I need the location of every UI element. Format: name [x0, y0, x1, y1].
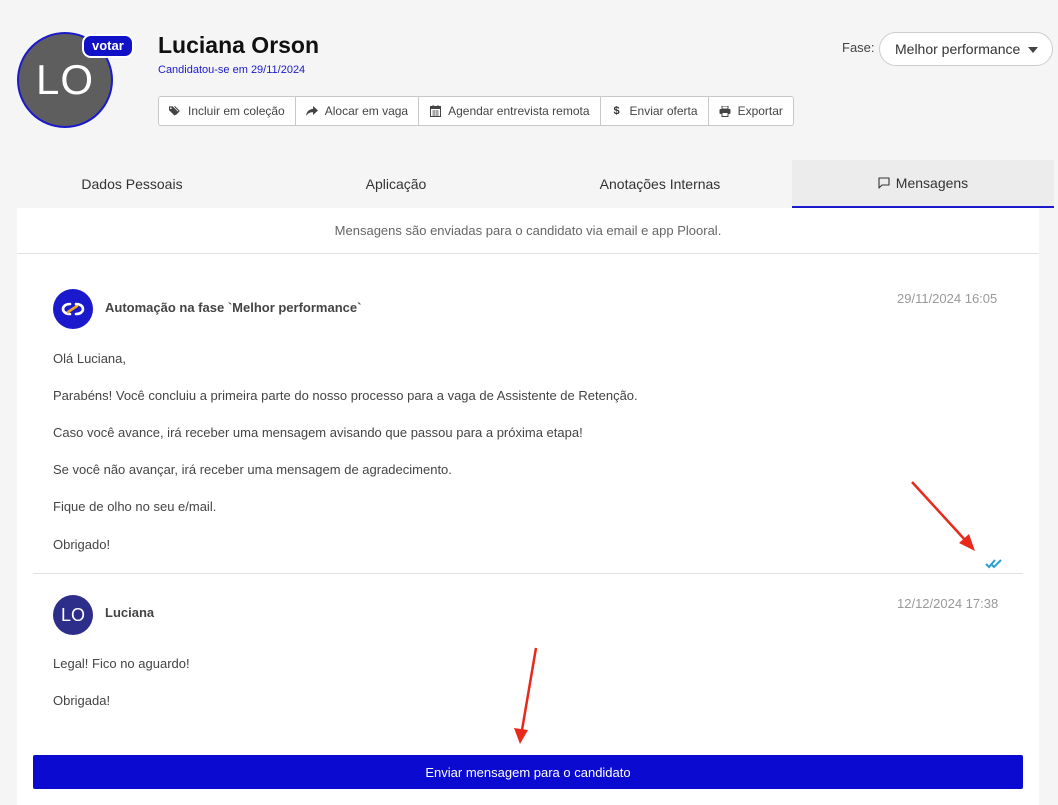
action-label: Agendar entrevista remota: [448, 104, 590, 118]
calendar-icon: [429, 105, 441, 117]
action-label: Alocar em vaga: [324, 104, 409, 118]
profile-tabs: Dados Pessoais Aplicação Anotações Inter…: [0, 160, 1058, 208]
stage-select[interactable]: Melhor performance: [879, 32, 1053, 66]
message-line: Legal! Fico no aguardo!: [53, 656, 190, 671]
messages-panel: Mensagens são enviadas para o candidato …: [17, 208, 1039, 805]
tags-icon: [169, 105, 181, 117]
print-icon: [719, 105, 731, 117]
candidate-header: LO votar Luciana Orson Candidatou-se em …: [0, 0, 1058, 160]
message-line: Obrigado!: [53, 537, 111, 552]
stage-label: Fase:: [842, 40, 875, 55]
plooral-logo-icon: [53, 289, 93, 329]
dollar-icon: $: [613, 105, 620, 117]
share-arrow-icon: [305, 105, 318, 117]
messages-notice: Mensagens são enviadas para o candidato …: [17, 208, 1039, 254]
message-divider: [33, 573, 1023, 574]
sender-avatar: LO: [53, 595, 93, 635]
message-line: Obrigada!: [53, 693, 111, 708]
actions-toolbar: Incluir em coleção Alocar em vaga Agenda…: [158, 96, 794, 126]
tab-label: Dados Pessoais: [81, 176, 183, 192]
caret-down-icon: [1028, 47, 1038, 53]
action-label: Incluir em coleção: [188, 104, 285, 118]
message-timestamp: 29/11/2024 16:05: [897, 291, 998, 306]
stage-selected-value: Melhor performance: [895, 41, 1021, 57]
message-line: Se você não avançar, irá receber uma men…: [53, 462, 452, 477]
double-check-icon: [985, 556, 1003, 574]
message-timestamp: 12/12/2024 17:38: [897, 596, 999, 611]
tab-messages[interactable]: Mensagens: [792, 160, 1054, 208]
tab-internal-notes[interactable]: Anotações Internas: [528, 160, 792, 208]
action-label: Enviar oferta: [629, 104, 698, 118]
include-in-collection-button[interactable]: Incluir em coleção: [159, 97, 296, 125]
schedule-interview-button[interactable]: Agendar entrevista remota: [419, 97, 601, 125]
applied-date: Candidatou-se em 29/11/2024: [158, 64, 306, 76]
message-line: Olá Luciana,: [53, 351, 126, 366]
message-sender: Automação na fase `Melhor performance`: [105, 300, 362, 315]
sender-initials: LO: [60, 604, 85, 625]
comment-icon: [878, 177, 890, 189]
tab-label: Aplicação: [365, 176, 427, 192]
send-offer-button[interactable]: $ Enviar oferta: [601, 97, 709, 125]
candidate-name: Luciana Orson: [158, 32, 320, 58]
action-label: Exportar: [737, 104, 783, 118]
tab-label: Anotações Internas: [599, 176, 721, 192]
send-message-button[interactable]: Enviar mensagem para o candidato: [33, 755, 1023, 789]
message-line: Fique de olho no seu e/mail.: [53, 499, 217, 514]
tab-personal-data[interactable]: Dados Pessoais: [0, 160, 264, 208]
vote-badge[interactable]: votar: [82, 34, 134, 58]
allocate-to-job-button[interactable]: Alocar em vaga: [296, 97, 420, 125]
tab-application[interactable]: Aplicação: [264, 160, 528, 208]
candidate-initials: LO: [35, 56, 95, 103]
export-button[interactable]: Exportar: [709, 97, 793, 125]
message-sender: Luciana: [105, 605, 155, 620]
message-line: Caso você avance, irá receber uma mensag…: [53, 425, 583, 440]
message-line: Parabéns! Você concluiu a primeira parte…: [53, 388, 638, 403]
tab-label: Mensagens: [895, 175, 969, 191]
